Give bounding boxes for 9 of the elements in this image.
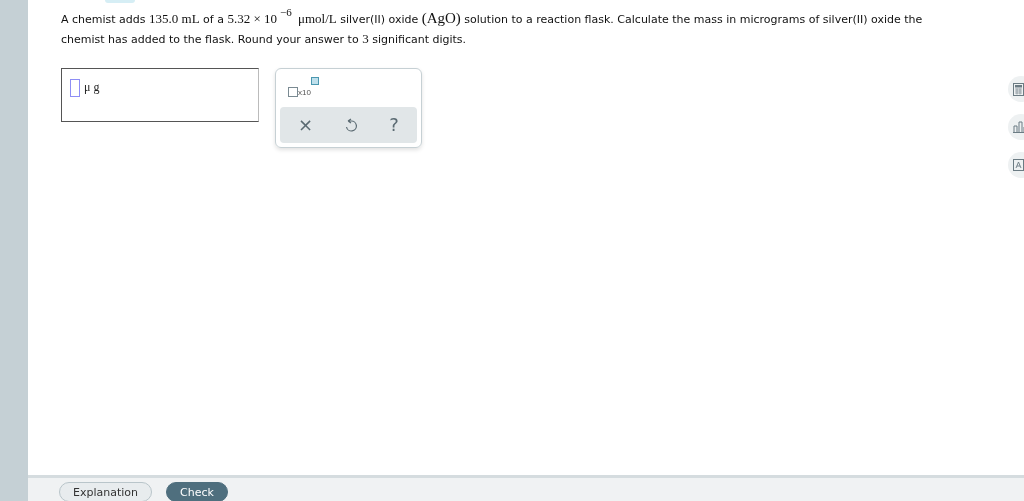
help-button[interactable]: ? [385,116,403,134]
clear-button[interactable]: × [294,116,318,134]
check-button[interactable]: Check [166,482,228,501]
answer-field[interactable]: μ g [61,68,259,122]
undo-icon[interactable] [345,118,358,132]
question-text: A chemist adds 135.0 mL of a 5.32 × 10 $^{−6}$ μmol/L silver(II) oxide (AgO) solution to a reaction flask. Calculate the mass in micrograms of silver(II) oxide the chemist has added to the flask. Round your answer to 3 significant digits. [61,9,924,48]
explanation-button[interactable]: Explanation [59,482,153,501]
exponent-template-button[interactable]: x10 [280,77,417,97]
tab-marker [105,0,135,3]
